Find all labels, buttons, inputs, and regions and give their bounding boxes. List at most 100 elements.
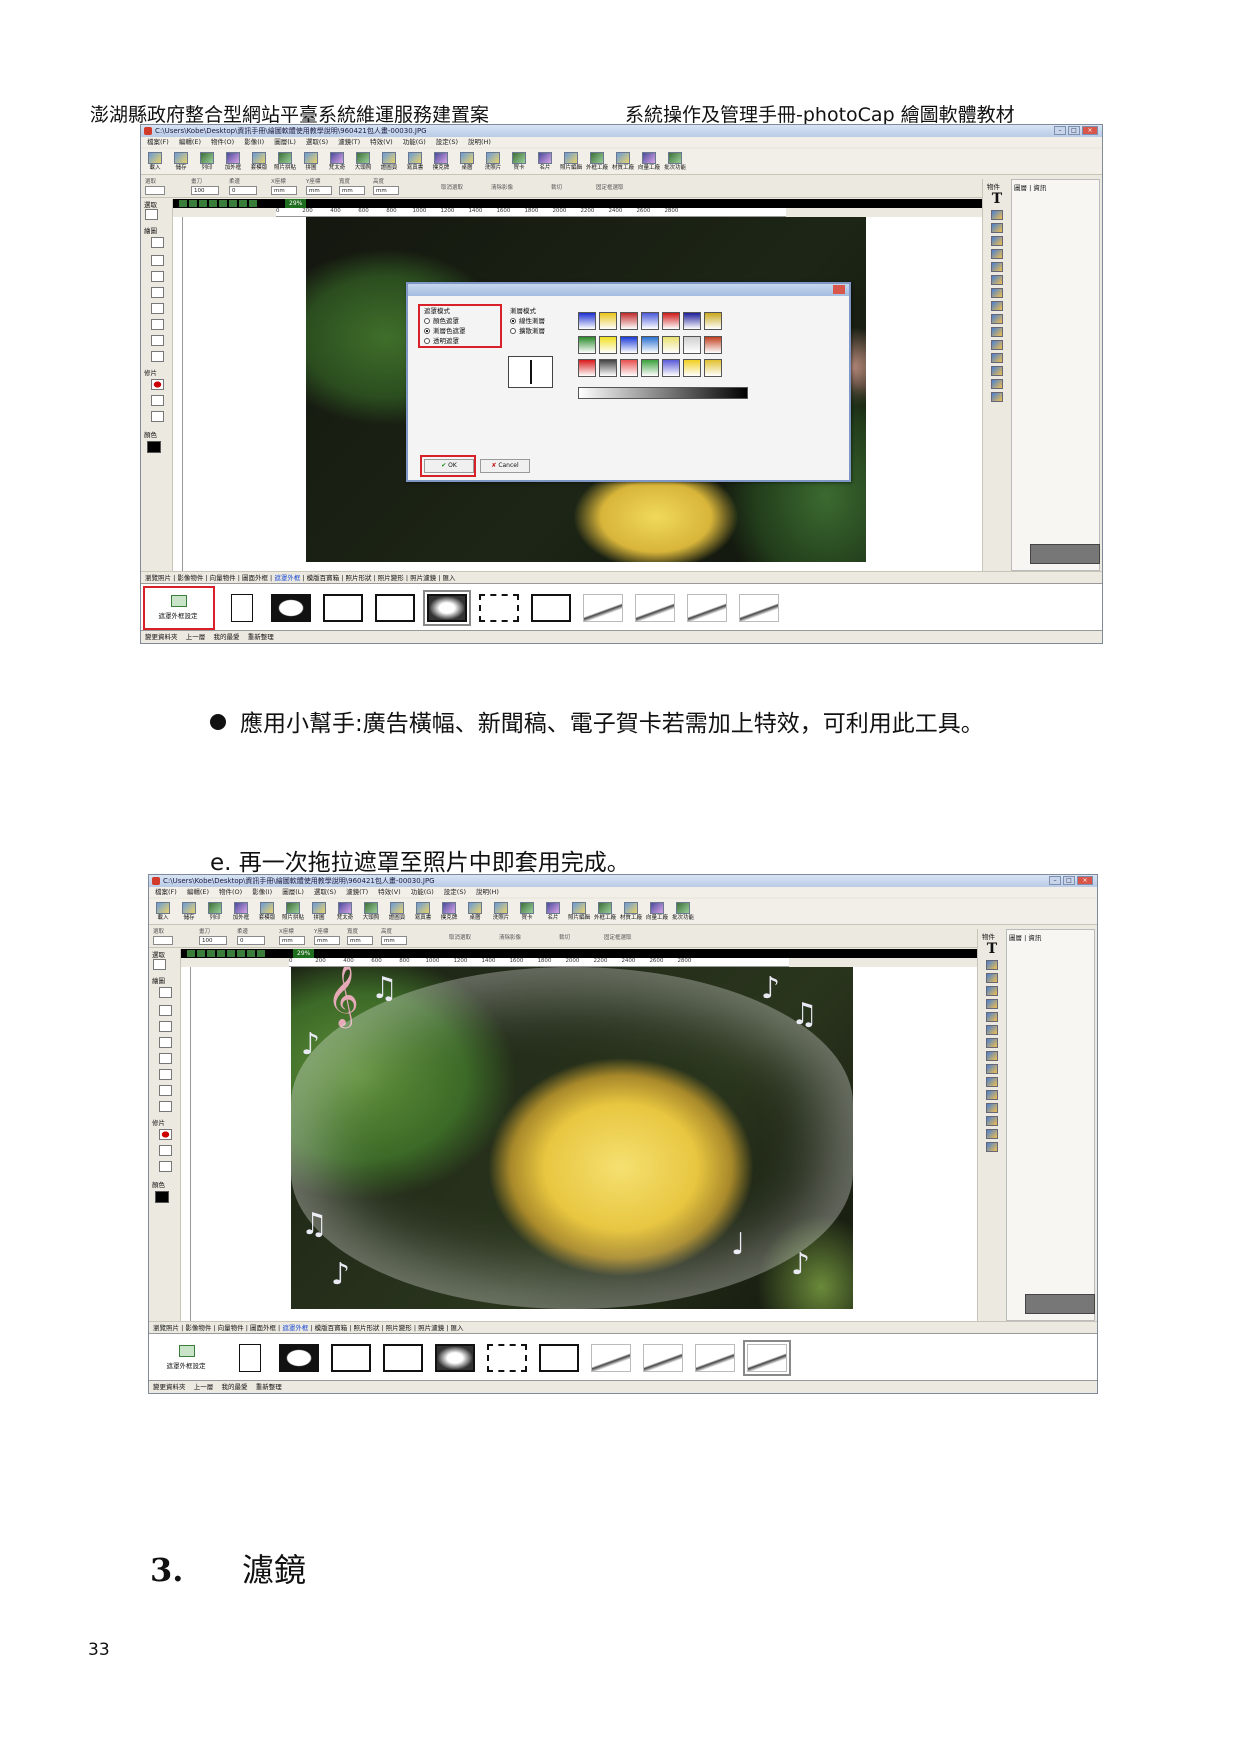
minimize-button[interactable]: – — [1054, 126, 1066, 135]
abc-round-icon[interactable] — [986, 973, 998, 983]
menu-file[interactable]: 檔案(F) — [155, 887, 177, 897]
cake-icon[interactable] — [991, 314, 1003, 324]
undo-icon[interactable] — [187, 950, 195, 957]
mask-frame-thumb[interactable] — [531, 594, 571, 622]
pen-icon[interactable] — [159, 1021, 172, 1032]
clock-icon[interactable] — [991, 288, 1003, 298]
line-icon[interactable] — [159, 1069, 172, 1080]
menu-layer[interactable]: 圖層(L) — [282, 887, 304, 897]
cancel-button[interactable]: ✘ Cancel — [480, 459, 530, 473]
table-icon[interactable] — [991, 327, 1003, 337]
crop-button[interactable]: 裁切 — [551, 183, 562, 191]
menu-settings[interactable]: 設定(S) — [436, 137, 458, 147]
tab-import[interactable]: 匯入 — [450, 1324, 463, 1332]
abc-round-icon[interactable] — [991, 223, 1003, 233]
height-input[interactable]: mm — [381, 936, 407, 945]
palette-swatch[interactable] — [641, 312, 659, 330]
arrow-icon[interactable] — [986, 1103, 998, 1113]
exif-icon[interactable] — [991, 301, 1003, 311]
picture-icon[interactable] — [986, 999, 998, 1009]
layer-thumbnail[interactable] — [1030, 544, 1100, 564]
menu-function[interactable]: 功能(G) — [411, 887, 434, 897]
grid-icon[interactable] — [991, 392, 1003, 402]
palette-swatch[interactable] — [662, 312, 680, 330]
clone-icon[interactable] — [151, 411, 164, 422]
palette-swatch[interactable] — [662, 359, 680, 378]
tool-vector-factory[interactable]: 向量工廠 — [645, 899, 669, 924]
cut-icon[interactable] — [217, 950, 225, 957]
tab-browse-photos[interactable]: 瀏覽照片 — [153, 1324, 179, 1332]
arrow-outline-icon[interactable] — [986, 1116, 998, 1126]
change-folder-button[interactable]: 變更資料夾 — [153, 1383, 186, 1391]
tool-template[interactable]: 套模版 — [247, 149, 271, 174]
fixed-select-button[interactable]: 固定框選取 — [596, 183, 624, 191]
menu-filter[interactable]: 濾鏡(T) — [338, 137, 360, 147]
tool-batch[interactable]: 批次功能 — [671, 899, 695, 924]
up-level-button[interactable]: 上一層 — [186, 633, 206, 641]
tool-add-frame[interactable]: 加外框 — [229, 899, 253, 924]
mask-frame-thumb[interactable] — [435, 1344, 475, 1372]
tool-collage[interactable]: 照片拼貼 — [273, 149, 297, 174]
dialog-close-button[interactable] — [833, 285, 845, 294]
palette-swatch[interactable] — [599, 359, 617, 378]
tool-namecard[interactable]: 名片 — [533, 149, 557, 174]
tab-browse-photos[interactable]: 瀏覽照片 — [145, 574, 171, 582]
tab-frames[interactable]: 圖面外框 — [242, 574, 268, 582]
color-swatch[interactable] — [147, 441, 161, 453]
palette-swatch[interactable] — [683, 359, 701, 378]
speech-icon[interactable] — [986, 1090, 998, 1100]
marquee-icon[interactable] — [145, 209, 158, 220]
close-button[interactable]: × — [1077, 876, 1093, 885]
maximize-button[interactable]: □ — [1068, 126, 1080, 135]
copy-icon[interactable] — [207, 950, 215, 957]
menu-settings[interactable]: 設定(S) — [444, 887, 466, 897]
picture-icon[interactable] — [991, 249, 1003, 259]
tool-print[interactable]: 列印 — [203, 899, 227, 924]
tool-batch[interactable]: 批次功能 — [663, 149, 687, 174]
fill-icon[interactable] — [151, 303, 164, 314]
tool-card[interactable]: 賀卡 — [507, 149, 531, 174]
favorites-button[interactable]: 我的最愛 — [222, 1383, 248, 1391]
menu-select[interactable]: 選取(S) — [306, 137, 328, 147]
tool-namecard[interactable]: 名片 — [541, 899, 565, 924]
palette-swatch[interactable] — [641, 335, 659, 354]
tab-vector-objects[interactable]: 向量物件 — [218, 1324, 244, 1332]
feather-input[interactable]: 0 — [229, 186, 257, 195]
tool-certificate[interactable]: 證圖頁 — [385, 899, 409, 924]
tool-id-photo[interactable]: 大頭照 — [351, 149, 375, 174]
tab-photo-filters[interactable]: 照片濾鏡 — [418, 1324, 444, 1332]
mask-frame-thumb[interactable] — [323, 594, 363, 622]
pen-icon[interactable] — [151, 271, 164, 282]
fit-icon[interactable] — [249, 200, 257, 207]
tab-image-objects[interactable]: 影像物件 — [177, 574, 203, 582]
menu-filter[interactable]: 濾鏡(T) — [346, 887, 368, 897]
menu-edit[interactable]: 編輯(E) — [179, 137, 201, 147]
tool-texture-factory[interactable]: 材質工廠 — [619, 899, 643, 924]
zoom-out-icon[interactable] — [247, 950, 255, 957]
cancel-selection-button[interactable]: 取消選取 — [441, 183, 463, 191]
width-input[interactable]: mm — [339, 186, 365, 195]
menu-select[interactable]: 選取(S) — [314, 887, 336, 897]
fixed-select-button[interactable]: 固定框選取 — [604, 933, 632, 941]
menu-file[interactable]: 檔案(F) — [147, 137, 169, 147]
mask-frame-thumb[interactable] — [695, 1344, 735, 1372]
tool-texture-factory[interactable]: 材質工廠 — [611, 149, 635, 174]
tool-save[interactable]: 儲存 — [177, 899, 201, 924]
tab-info[interactable]: 資訊 — [1028, 934, 1041, 942]
tool-poker[interactable]: 撲克牌 — [437, 899, 461, 924]
tab-vector-objects[interactable]: 向量物件 — [210, 574, 236, 582]
brush-size-input[interactable]: 100 — [199, 936, 227, 945]
palette-swatch[interactable] — [662, 335, 680, 354]
shapes-icon[interactable] — [991, 262, 1003, 272]
paste-icon[interactable] — [219, 200, 227, 207]
palette-swatch[interactable] — [704, 359, 722, 378]
menu-edit[interactable]: 編輯(E) — [187, 887, 209, 897]
tool-poker[interactable]: 撲克牌 — [429, 149, 453, 174]
select-shape-dropdown[interactable] — [153, 936, 173, 945]
mask-frame-thumb[interactable] — [271, 594, 311, 622]
clock-icon[interactable] — [986, 1038, 998, 1048]
menu-effect[interactable]: 特效(V) — [378, 887, 401, 897]
mask-frame-thumb[interactable] — [739, 594, 779, 622]
menu-help[interactable]: 說明(H) — [476, 887, 499, 897]
tool-save[interactable]: 儲存 — [169, 149, 193, 174]
